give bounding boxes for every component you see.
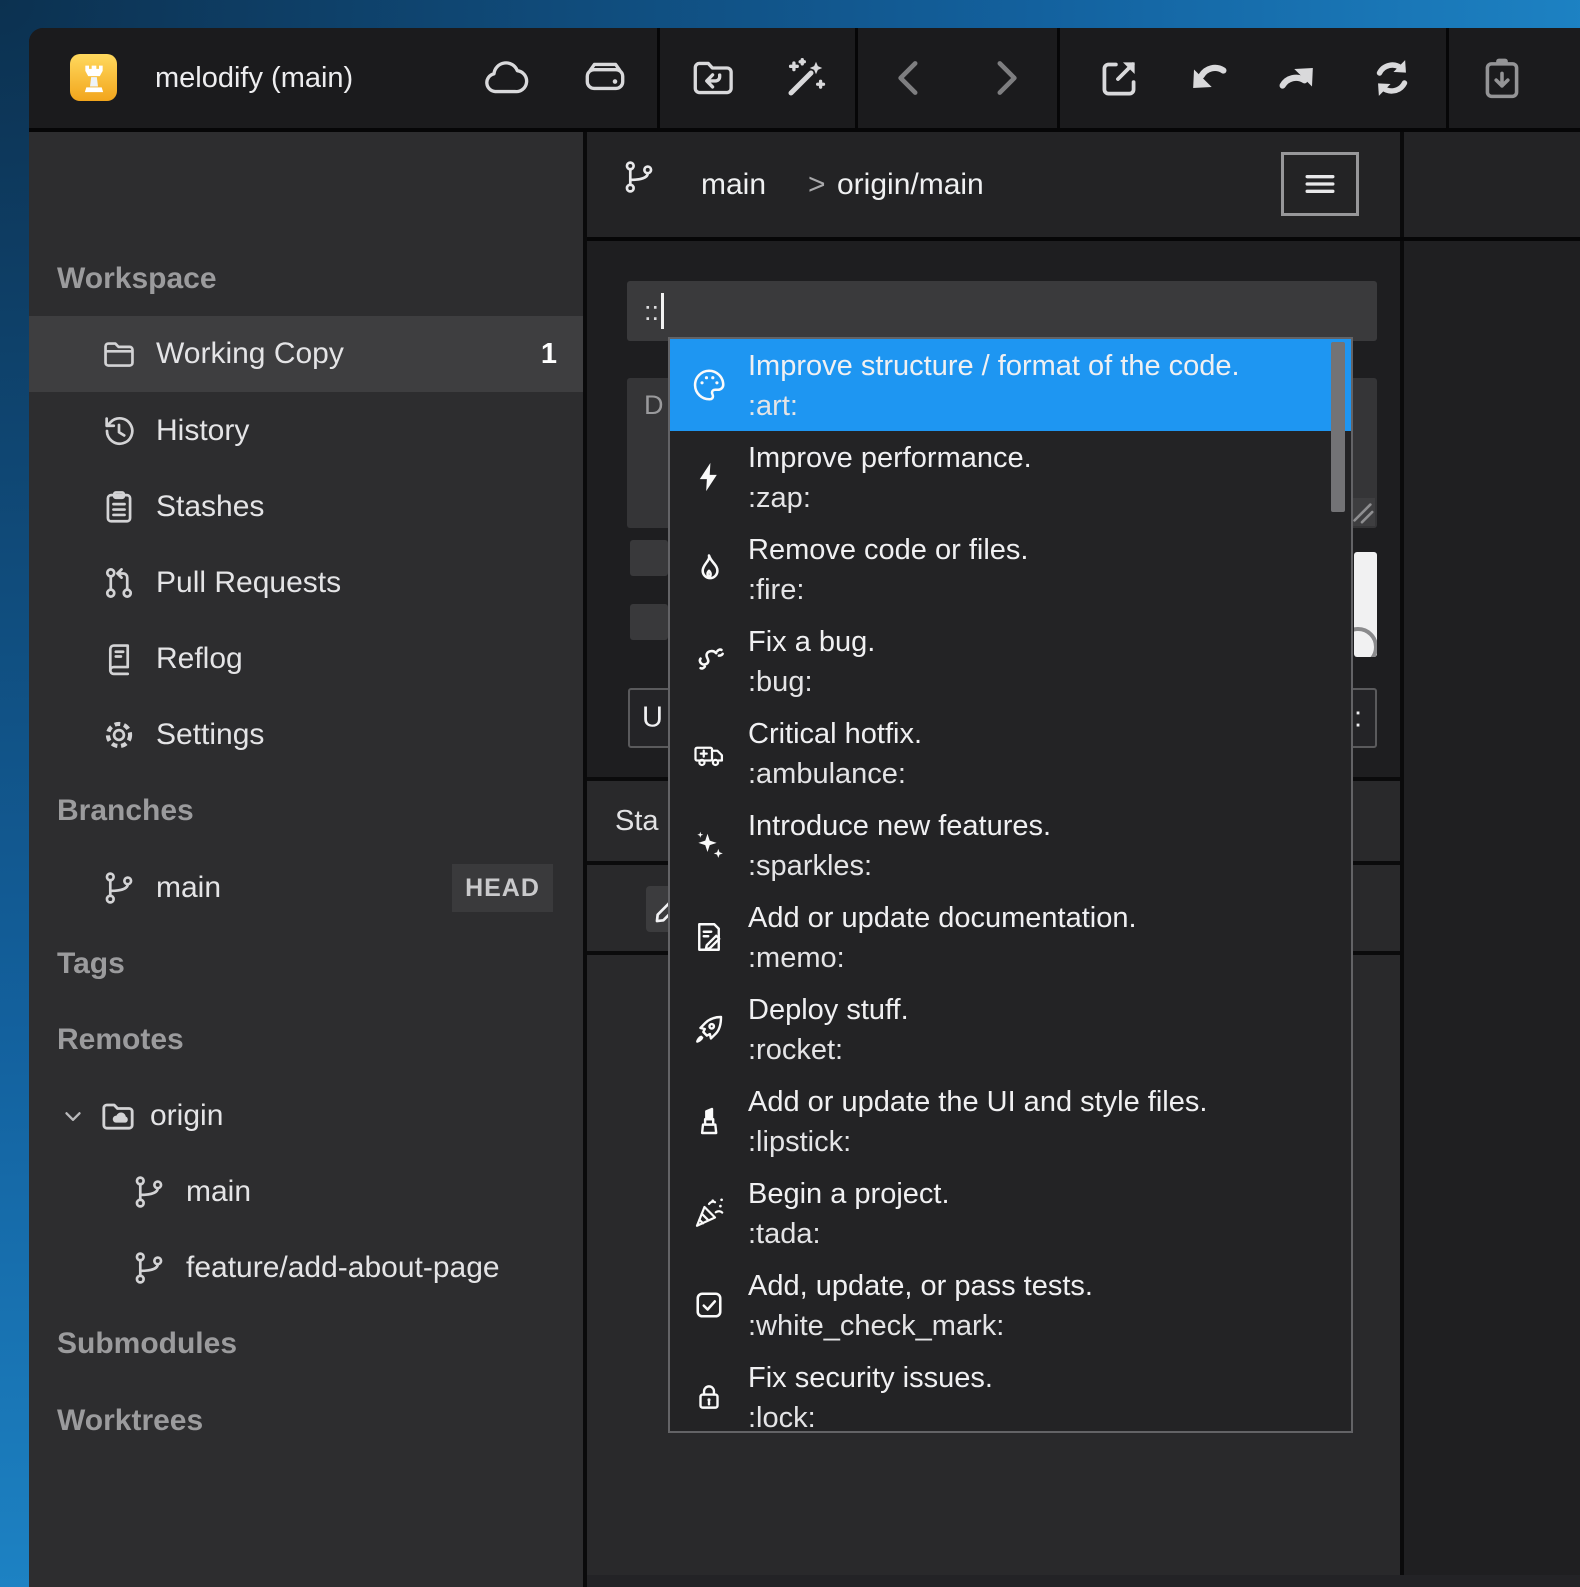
working-copy-count-badge: 1 xyxy=(541,338,557,371)
commit-option-row[interactable] xyxy=(630,604,668,640)
magic-wand-icon[interactable] xyxy=(775,28,837,128)
autocomplete-item-lock[interactable]: Fix security issues.:lock: xyxy=(670,1351,1351,1433)
app-icon xyxy=(70,54,117,101)
lipstick-icon xyxy=(670,1075,748,1167)
flame-icon xyxy=(670,523,748,615)
upstream-branch-label[interactable]: origin/main xyxy=(837,132,984,237)
autocomplete-item-memo[interactable]: Add or update documentation.:memo: xyxy=(670,891,1351,983)
sidebar-item-branch-main[interactable]: main HEAD xyxy=(29,850,583,926)
menu-button[interactable] xyxy=(1281,152,1359,216)
sparkles-icon xyxy=(670,799,748,891)
toolbar-divider xyxy=(855,28,858,128)
current-branch-label[interactable]: main xyxy=(701,132,766,237)
back-icon[interactable] xyxy=(879,28,941,128)
toolbar-divider xyxy=(1057,28,1060,128)
folder-icon xyxy=(100,335,138,373)
button-label-left-fragment: U xyxy=(642,702,663,735)
clipboard-list-icon xyxy=(100,488,138,526)
commit-summary-input[interactable]: :: xyxy=(627,281,1377,341)
book-icon xyxy=(100,640,138,678)
sidebar-header-remotes[interactable]: Remotes xyxy=(29,1002,583,1078)
tower-rook-icon xyxy=(74,58,114,98)
hamburger-icon xyxy=(1298,162,1342,206)
window-title: melodify (main) xyxy=(155,28,353,128)
gear-icon xyxy=(100,716,138,754)
text-caret xyxy=(661,293,664,329)
header-divider xyxy=(587,237,1580,241)
sidebar-header-worktrees[interactable]: Worktrees xyxy=(29,1383,583,1459)
autocomplete-item-tada[interactable]: Begin a project.:tada: xyxy=(670,1167,1351,1259)
autocomplete-item-art[interactable]: Improve structure / format of the code.:… xyxy=(670,339,1351,431)
head-badge: HEAD xyxy=(452,864,553,912)
commit-option-row[interactable] xyxy=(630,540,668,576)
ambulance-icon xyxy=(670,707,748,799)
git-branch-icon xyxy=(130,1173,168,1211)
toolbar-divider xyxy=(657,28,660,128)
sidebar-item-stashes[interactable]: Stashes xyxy=(29,469,583,545)
sidebar-item-reflog[interactable]: Reflog xyxy=(29,621,583,697)
breadcrumb-separator: > xyxy=(808,132,826,237)
checkout-arrow-icon[interactable] xyxy=(1088,28,1150,128)
pull-icon[interactable] xyxy=(1178,28,1240,128)
push-icon[interactable] xyxy=(1266,28,1328,128)
lock-icon xyxy=(670,1351,748,1433)
staged-files-header: Sta xyxy=(615,781,659,861)
gitmoji-autocomplete-dropdown: Improve structure / format of the code.:… xyxy=(668,337,1353,1433)
bug-icon xyxy=(670,615,748,707)
sync-icon[interactable] xyxy=(1361,28,1423,128)
toolbar-divider xyxy=(1446,28,1449,128)
preview-glyph-fragment xyxy=(1354,627,1377,657)
sidebar-item-remote-origin[interactable]: origin xyxy=(29,1078,583,1154)
sidebar-item-history[interactable]: History xyxy=(29,393,583,469)
sidebar-item-remote-main[interactable]: main xyxy=(29,1154,583,1230)
forward-icon[interactable] xyxy=(974,28,1036,128)
desktop: melodify (main) Workspace Working Cop xyxy=(0,0,1580,1587)
app-window: melodify (main) Workspace Working Cop xyxy=(29,28,1580,1587)
autocomplete-item-ambulance[interactable]: Critical hotfix.:ambulance: xyxy=(670,707,1351,799)
description-placeholder: D xyxy=(644,390,664,421)
memo-icon xyxy=(670,891,748,983)
detail-panel xyxy=(1404,132,1580,1587)
git-branch-icon xyxy=(130,1249,168,1287)
history-clock-icon xyxy=(100,412,138,450)
autocomplete-item-fire[interactable]: Remove code or files.:fire: xyxy=(670,523,1351,615)
pull-request-icon xyxy=(100,564,138,602)
autocomplete-item-rocket[interactable]: Deploy stuff.:rocket: xyxy=(670,983,1351,1075)
button-label-right-fragment: : xyxy=(1354,702,1362,735)
lightning-bolt-icon xyxy=(670,431,748,523)
sidebar-header-submodules[interactable]: Submodules xyxy=(29,1306,583,1382)
hard-drive-icon[interactable] xyxy=(574,28,636,128)
sidebar-item-pull-requests[interactable]: Pull Requests xyxy=(29,545,583,621)
sidebar-item-working-copy[interactable]: Working Copy 1 xyxy=(29,316,583,392)
chevron-down-icon[interactable] xyxy=(60,1103,86,1129)
sidebar-item-remote-feature-add-about-page[interactable]: feature/add-about-page xyxy=(29,1230,583,1306)
sidebar-header-workspace: Workspace xyxy=(29,241,583,317)
check-box-icon xyxy=(670,1259,748,1351)
autocomplete-item-zap[interactable]: Improve performance.:zap: xyxy=(670,431,1351,523)
folder-cloud-icon xyxy=(98,1096,138,1136)
autocomplete-item-white-check-mark[interactable]: Add, update, or pass tests.:white_check_… xyxy=(670,1259,1351,1351)
sidebar-item-settings[interactable]: Settings xyxy=(29,697,583,773)
autocomplete-item-lipstick[interactable]: Add or update the UI and style files.:li… xyxy=(670,1075,1351,1167)
cloud-icon[interactable] xyxy=(474,28,536,128)
summary-value: :: xyxy=(644,296,659,327)
autocomplete-item-sparkles[interactable]: Introduce new features.:sparkles: xyxy=(670,799,1351,891)
preview-box xyxy=(1354,552,1377,657)
autocomplete-item-bug[interactable]: Fix a bug.:bug: xyxy=(670,615,1351,707)
sidebar-header-tags[interactable]: Tags xyxy=(29,926,583,1002)
git-branch-icon xyxy=(620,158,658,196)
palette-icon xyxy=(670,339,748,431)
bottom-strip xyxy=(587,1575,1580,1587)
dropdown-scrollbar-thumb[interactable] xyxy=(1331,342,1345,512)
git-branch-icon xyxy=(100,869,138,907)
stash-clipboard-icon[interactable] xyxy=(1471,28,1533,128)
rocket-icon xyxy=(670,983,748,1075)
open-repository-icon[interactable] xyxy=(682,28,744,128)
party-popper-icon xyxy=(670,1167,748,1259)
sidebar-header-branches[interactable]: Branches xyxy=(29,773,583,849)
detail-header xyxy=(1404,132,1580,237)
